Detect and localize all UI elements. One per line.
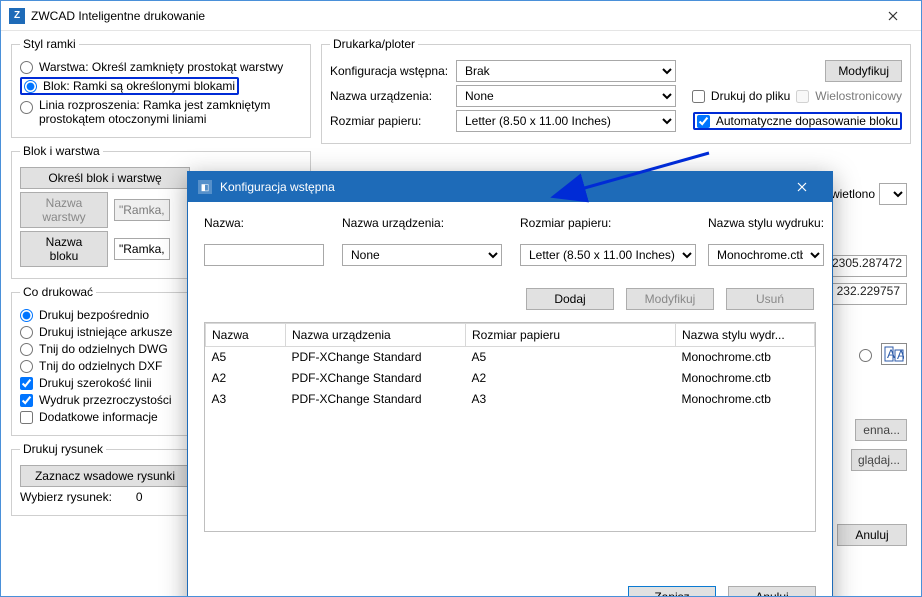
- table-row[interactable]: A2 PDF-XChange Standard A2 Monochrome.ct…: [206, 368, 815, 389]
- table-row[interactable]: A5 PDF-XChange Standard A5 Monochrome.ct…: [206, 347, 815, 368]
- add-button[interactable]: Dodaj: [526, 288, 614, 310]
- window-title: ZWCAD Inteligentne drukowanie: [31, 9, 205, 23]
- preset-modal: ◧ Konfiguracja wstępna Nazwa: Nazwa urzą…: [187, 171, 833, 597]
- what-to-print-legend: Co drukować: [20, 285, 96, 299]
- delete-button: Usuń: [726, 288, 814, 310]
- save-button[interactable]: Zapisz: [628, 586, 716, 597]
- device-label: Nazwa urządzenia:: [330, 89, 450, 103]
- main-window: Z ZWCAD Inteligentne drukowanie Styl ram…: [0, 0, 922, 597]
- frame-style-group: Styl ramki Warstwa: Określ zamknięty pro…: [11, 37, 311, 138]
- modal-body: Nazwa: Nazwa urządzenia: Rozmiar papieru…: [188, 202, 832, 597]
- grid-h4[interactable]: Nazwa stylu wydr...: [676, 324, 815, 347]
- radio-print-sheets[interactable]: Drukuj istniejące arkusze: [20, 325, 172, 339]
- bg-stub-gladaj[interactable]: glądaj...: [851, 449, 907, 471]
- modal-cancel-button[interactable]: Anuluj: [728, 586, 816, 597]
- dialog-body: Styl ramki Warstwa: Określ zamknięty pro…: [1, 31, 921, 596]
- modal-name-label: Nazwa:: [204, 216, 334, 230]
- check-extra-info[interactable]: Dodatkowe informacje: [20, 410, 158, 424]
- check-auto-fit[interactable]: Automatyczne dopasowanie bloku: [697, 114, 898, 128]
- titlebar: Z ZWCAD Inteligentne drukowanie: [1, 1, 921, 31]
- bg-stub-num1: 2305.287472: [825, 255, 907, 277]
- modal-titlebar: ◧ Konfiguracja wstępna: [188, 172, 832, 202]
- bg-stub-enna[interactable]: enna...: [855, 419, 907, 441]
- modal-close-icon[interactable]: [782, 173, 822, 201]
- paper-label: Rozmiar papieru:: [330, 114, 450, 128]
- radio-cut-dxf[interactable]: Tnij do odzielnych DXF: [20, 359, 162, 373]
- right-column: Drukarka/ploter Konfiguracja wstępna: Br…: [321, 37, 911, 150]
- table-row[interactable]: A3 PDF-XChange Standard A3 Monochrome.ct…: [206, 389, 815, 410]
- block-name-button[interactable]: Nazwa bloku: [20, 231, 108, 267]
- check-multipage[interactable]: Wielostronicowy: [796, 89, 902, 103]
- main-cancel-button[interactable]: Anuluj: [837, 524, 907, 546]
- orientation-icon[interactable]: AA: [881, 343, 907, 365]
- grid-h3[interactable]: Rozmiar papieru: [466, 324, 676, 347]
- bg-stub-radio[interactable]: [859, 349, 872, 362]
- select-drawing-count: 0: [136, 490, 143, 504]
- layer-name-field: [114, 199, 170, 221]
- modal-paper-select[interactable]: Letter (8.50 x 11.00 Inches): [520, 244, 696, 266]
- modal-device-select[interactable]: None: [342, 244, 502, 266]
- print-drawing-legend: Drukuj rysunek: [20, 442, 106, 456]
- check-transparency[interactable]: Wydruk przezroczystości: [20, 393, 172, 407]
- modal-device-label: Nazwa urządzenia:: [342, 216, 512, 230]
- modal-action-row: Dodaj Modyfikuj Usuń: [204, 288, 814, 310]
- bg-stub-icons: AA: [854, 343, 907, 365]
- modal-icon: ◧: [198, 180, 212, 194]
- preset-label: Konfiguracja wstępna:: [330, 64, 450, 78]
- modal-name-field[interactable]: [204, 244, 324, 266]
- radio-scatter[interactable]: Linia rozproszenia: Ramka jest zamknięty…: [20, 98, 299, 126]
- close-icon[interactable]: [873, 2, 913, 30]
- svg-text:A: A: [887, 347, 895, 361]
- modal-style-label: Nazwa stylu wydruku:: [708, 216, 838, 230]
- modal-paper-label: Rozmiar papieru:: [520, 216, 700, 230]
- select-batch-button[interactable]: Zaznacz wsadowe rysunki: [20, 465, 190, 487]
- radio-block-input[interactable]: [24, 80, 37, 93]
- modify-preset-button: Modyfikuj: [626, 288, 714, 310]
- radio-scatter-input[interactable]: [20, 101, 33, 114]
- app-icon: Z: [9, 8, 25, 24]
- highlight-autofit: Automatyczne dopasowanie bloku: [693, 112, 902, 130]
- radio-layer-label: Warstwa: Określ zamknięty prostokąt wars…: [39, 60, 283, 74]
- layer-name-button: Nazwa warstwy: [20, 192, 108, 228]
- define-block-layer-button[interactable]: Określ blok i warstwę: [20, 167, 190, 189]
- block-layer-legend: Blok i warstwa: [20, 144, 103, 158]
- bg-stub-num2: 232.229757: [825, 283, 907, 305]
- radio-layer[interactable]: Warstwa: Określ zamknięty prostokąt wars…: [20, 60, 283, 74]
- grid-h1[interactable]: Nazwa: [206, 324, 286, 347]
- preset-select[interactable]: Brak: [456, 60, 676, 82]
- radio-block-label: Blok: Ramki są określonymi blokami: [43, 79, 235, 93]
- highlight-block-radio: Blok: Ramki są określonymi blokami: [20, 77, 239, 95]
- check-linewidth[interactable]: Drukuj szerokość linii: [20, 376, 152, 390]
- paper-select[interactable]: Letter (8.50 x 11.00 Inches): [456, 110, 676, 132]
- modal-columns: Nazwa: Nazwa urządzenia: Rozmiar papieru…: [204, 216, 816, 266]
- printer-legend: Drukarka/ploter: [330, 37, 418, 51]
- modify-button[interactable]: Modyfikuj: [825, 60, 902, 82]
- bg-stub-swietlono: świetlono: [825, 183, 907, 205]
- device-select[interactable]: None: [456, 85, 676, 107]
- modal-title: Konfiguracja wstępna: [220, 180, 335, 194]
- frame-style-legend: Styl ramki: [20, 37, 79, 51]
- radio-layer-input[interactable]: [20, 61, 33, 74]
- svg-text:A: A: [897, 348, 904, 362]
- radio-cut-dwg[interactable]: Tnij do odzielnych DWG: [20, 342, 168, 356]
- radio-print-direct[interactable]: Drukuj bezpośrednio: [20, 308, 149, 322]
- select-drawing-label: Wybierz rysunek:: [20, 490, 112, 504]
- printer-group: Drukarka/ploter Konfiguracja wstępna: Br…: [321, 37, 911, 144]
- radio-block[interactable]: Blok: Ramki są określonymi blokami: [24, 79, 235, 93]
- block-name-field[interactable]: [114, 238, 170, 260]
- radio-scatter-label: Linia rozproszenia: Ramka jest zamknięty…: [39, 98, 299, 126]
- modal-footer: Zapisz Anuluj: [628, 586, 816, 597]
- modal-style-select[interactable]: Monochrome.ctb: [708, 244, 824, 266]
- check-to-file[interactable]: Drukuj do pliku: [692, 89, 790, 103]
- grid-h2[interactable]: Nazwa urządzenia: [286, 324, 466, 347]
- preset-grid[interactable]: Nazwa Nazwa urządzenia Rozmiar papieru N…: [204, 322, 816, 532]
- bg-stub-select[interactable]: [879, 183, 907, 205]
